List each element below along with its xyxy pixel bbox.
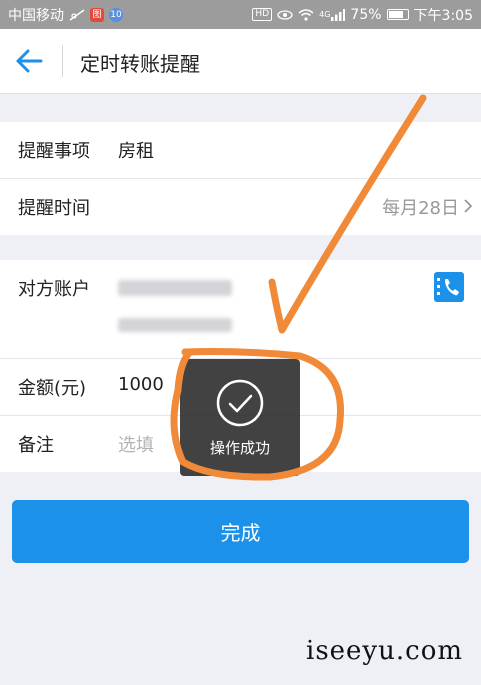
clock: 下午3:05	[413, 7, 473, 24]
header-divider	[62, 45, 63, 77]
reminder-item-row[interactable]: 提醒事项 房租	[0, 122, 481, 179]
eye-icon	[277, 9, 293, 20]
payee-account-label: 对方账户	[18, 279, 90, 300]
account-name-redacted	[118, 318, 232, 332]
status-bar-right: HD 4G 75% 下午3:05	[252, 5, 473, 25]
signal-off-icon	[69, 8, 85, 21]
toast-message: 操作成功	[209, 439, 270, 457]
notification-badge-red: 图	[90, 7, 104, 22]
reminder-time-value[interactable]: 每月28日	[382, 194, 459, 220]
reminder-item-label: 提醒事项	[18, 141, 90, 162]
carrier-name: 中国移动	[8, 7, 64, 24]
note-input[interactable]: 选填	[118, 431, 154, 457]
network-type: 4G	[319, 10, 331, 19]
done-button[interactable]: 完成	[12, 500, 469, 563]
chevron-right-icon[interactable]	[463, 198, 473, 214]
signal-icon	[331, 8, 346, 21]
watermark-text: iseeyu.com	[306, 636, 463, 666]
success-toast: 操作成功	[180, 359, 300, 476]
hd-badge: HD	[252, 8, 273, 21]
arrow-left-icon[interactable]	[14, 47, 44, 75]
wifi-icon	[298, 9, 314, 21]
note-label: 备注	[18, 435, 54, 456]
app-header: 定时转账提醒	[0, 29, 481, 94]
status-bar-left: 中国移动 图 10	[8, 5, 123, 25]
battery-percent: 75%	[350, 6, 382, 23]
amount-value[interactable]: 1000	[118, 374, 164, 395]
page-title: 定时转账提醒	[80, 52, 200, 76]
phone-contact-icon[interactable]	[434, 272, 464, 302]
payee-account-row[interactable]: 对方账户	[0, 260, 481, 359]
status-bar: 中国移动 图 10 HD 4G 75% 下午3:05	[0, 0, 481, 29]
reminder-section: 提醒事项 房租 提醒时间 每月28日	[0, 122, 481, 235]
reminder-time-row[interactable]: 提醒时间 每月28日	[0, 179, 481, 235]
reminder-time-label: 提醒时间	[18, 198, 90, 219]
notification-badge-blue: 10	[109, 7, 123, 22]
battery-icon	[386, 9, 409, 20]
amount-label: 金额(元)	[18, 378, 87, 399]
check-circle-icon	[216, 379, 264, 427]
reminder-item-value[interactable]: 房租	[118, 137, 154, 163]
account-number-redacted	[118, 280, 232, 296]
